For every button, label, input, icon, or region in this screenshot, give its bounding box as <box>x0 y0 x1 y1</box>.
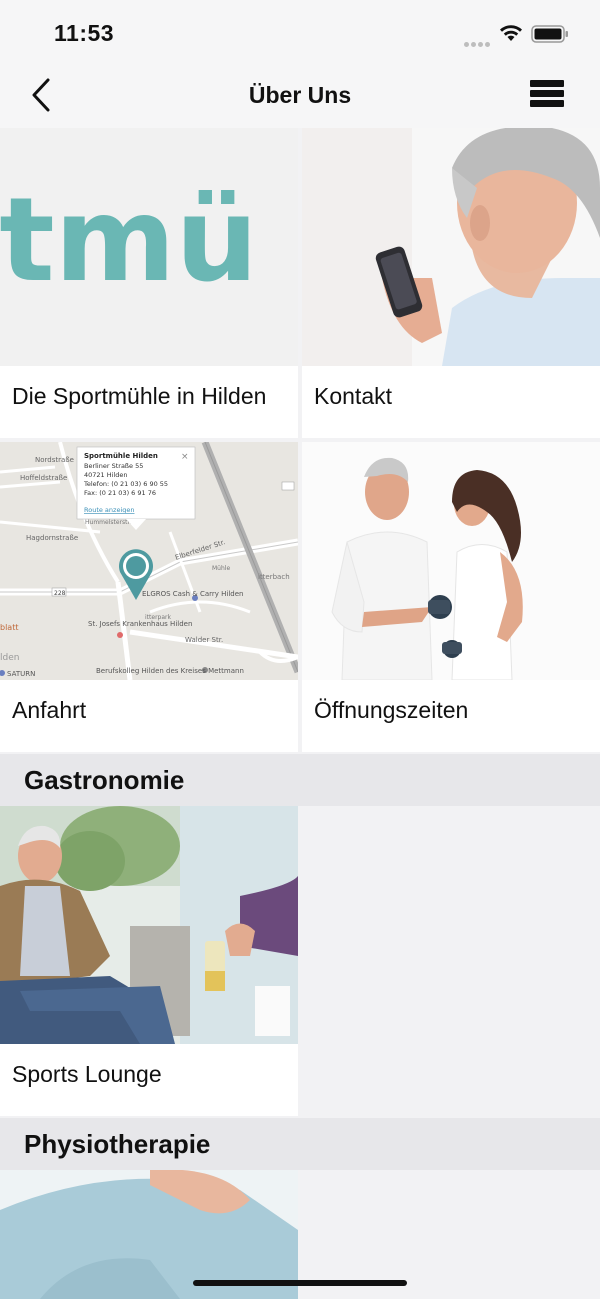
kontakt-photo <box>302 128 600 366</box>
map-street-label: Hoffeldstraße <box>20 474 67 482</box>
map-street-label: Mühle <box>212 565 230 572</box>
map-street-label: itterbach <box>258 573 290 581</box>
popup-route-link[interactable]: Route anzeigen <box>84 506 135 514</box>
popup-phone: Telefon: (0 21 03) 6 90 55 <box>83 480 168 488</box>
map-poi-label: Berufskolleg Hilden des Kreises Mettmann <box>96 667 244 675</box>
home-indicator <box>193 1280 407 1286</box>
wifi-icon <box>500 25 522 41</box>
list-view-icon <box>530 80 568 107</box>
popup-address: Berliner Straße 55 <box>84 462 143 470</box>
tile-oeffnungszeiten[interactable]: Öffnungszeiten <box>302 442 600 752</box>
logo-text: rtmü <box>0 173 258 308</box>
map-street-label: Nordstraße <box>35 456 74 464</box>
map-poi-label: ELGROS Cash & Carry Hilden <box>142 590 243 598</box>
map-street-label: Hagdornstraße <box>26 534 78 542</box>
popup-title: Sportmühle Hilden <box>84 452 158 460</box>
section-title: Physiotherapie <box>24 1129 211 1159</box>
fitness-couple-photo <box>302 442 600 680</box>
map-view: 228 Nordstraße Hoffeldstraße Hagdornstra… <box>0 442 298 680</box>
map-road-number: 228 <box>54 590 66 597</box>
battery-icon <box>531 25 568 43</box>
map-street-label: Walder Str. <box>185 636 223 644</box>
tile-sports-lounge[interactable]: Sports Lounge <box>0 806 298 1116</box>
status-time: 11:53 <box>54 20 115 46</box>
tile-label: Kontakt <box>314 383 392 409</box>
section-title: Gastronomie <box>24 765 185 795</box>
map-poi-label: lden <box>0 653 19 663</box>
tile-sportmuehle[interactable]: rtmü Die Sportmühle in Hilden <box>0 128 298 438</box>
section-header-gastronomie: Gastronomie <box>0 754 600 806</box>
status-bar: 11:53 <box>0 0 600 62</box>
section-header-physiotherapie: Physiotherapie <box>0 1118 600 1170</box>
popup-close-icon[interactable]: × <box>181 452 189 462</box>
tile-label: Anfahrt <box>12 697 87 723</box>
page-title: Über Uns <box>248 82 352 108</box>
popup-city: 40721 Hilden <box>84 471 128 479</box>
menu-button[interactable] <box>530 80 568 114</box>
sports-lounge-photo <box>0 806 298 1044</box>
map-poi-label: SATURN <box>7 670 35 678</box>
map-street-label: Hummelsterstr. <box>85 519 131 526</box>
popup-fax: Fax: (0 21 03) 6 91 76 <box>84 489 156 497</box>
tile-label: Die Sportmühle in Hilden <box>12 383 267 409</box>
sportmuehle-logo-image: rtmü <box>0 128 298 366</box>
map-info-popup[interactable]: Sportmühle Hilden Berliner Straße 55 407… <box>76 446 196 530</box>
map-poi-label: St. Josefs Krankenhaus Hilden <box>88 620 192 628</box>
tile-label: Sports Lounge <box>12 1061 162 1087</box>
signal-icon <box>464 34 492 52</box>
map-poi-label: blatt <box>0 623 18 632</box>
tile-label: Öffnungszeiten <box>314 697 469 723</box>
tile-anfahrt[interactable]: 228 Nordstraße Hoffeldstraße Hagdornstra… <box>0 442 298 752</box>
nav-bar: Über Uns <box>0 62 600 128</box>
tile-kontakt[interactable]: Kontakt <box>302 128 600 438</box>
